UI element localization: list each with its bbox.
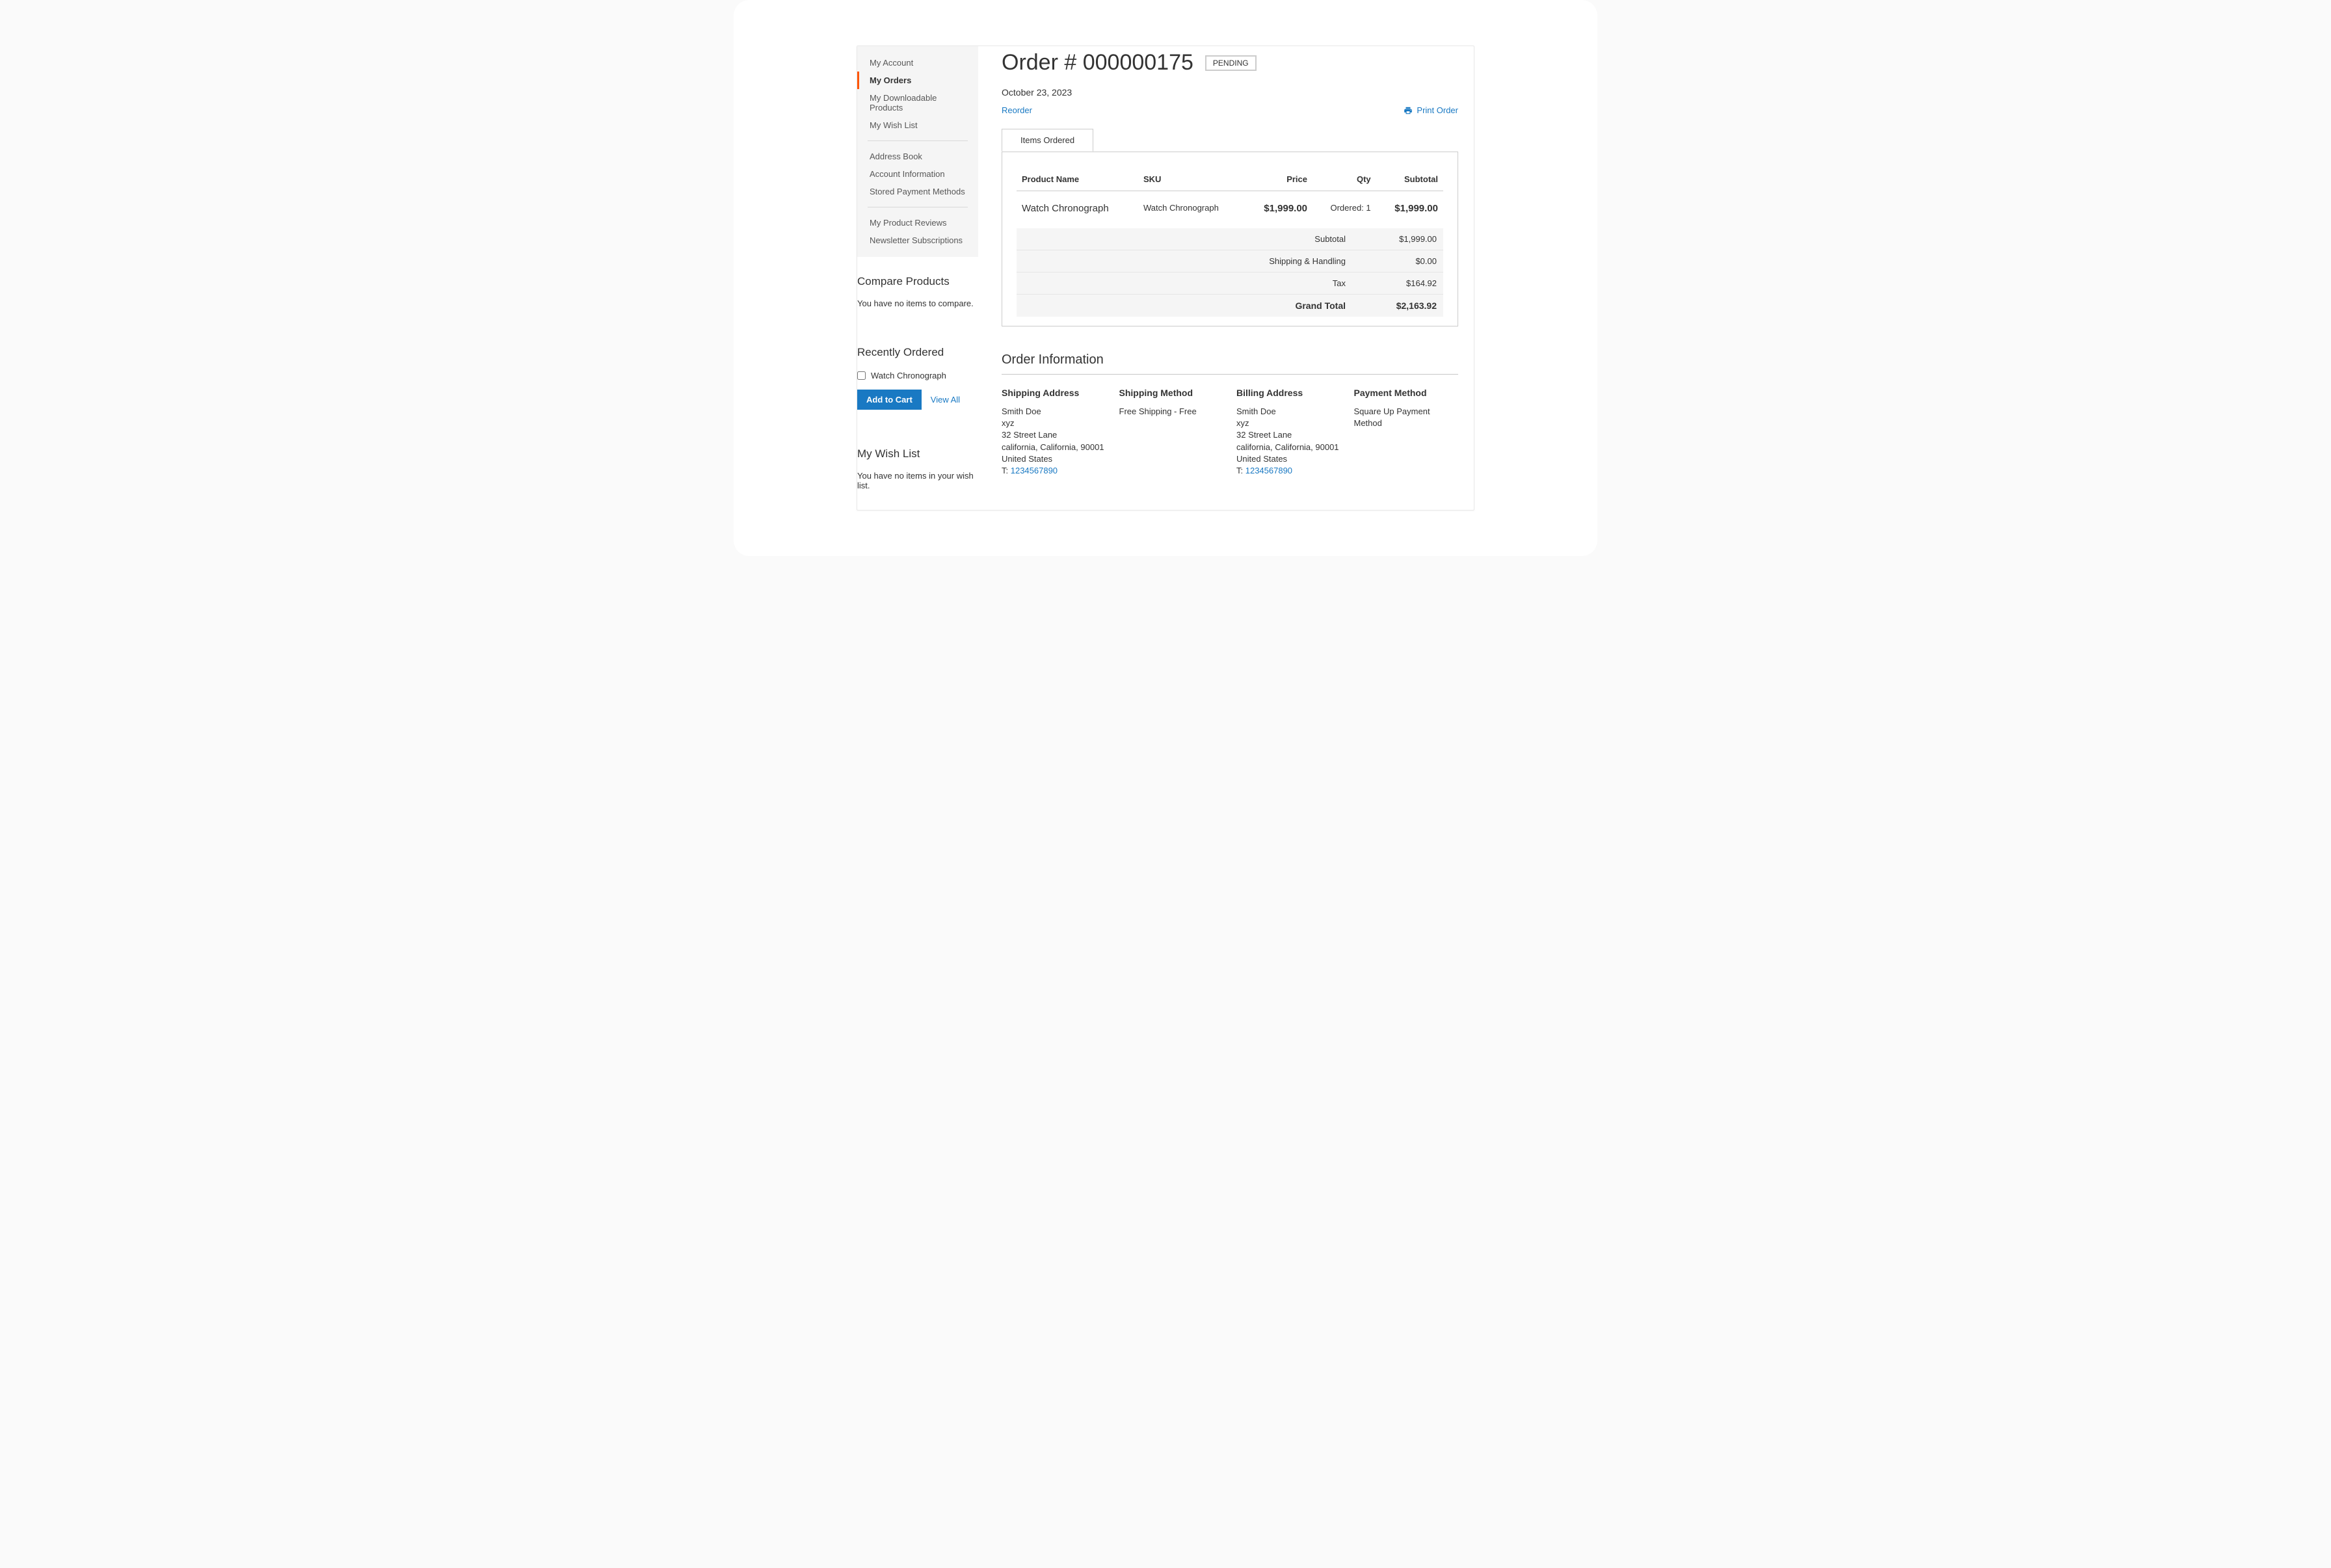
wishlist-title: My Wish List [857, 429, 978, 466]
shipping-method-value: Free Shipping - Free [1119, 406, 1224, 418]
recent-checkbox[interactable] [857, 371, 866, 380]
grand-total-label: Grand Total [1112, 300, 1372, 311]
sidebar: My Account My Orders My Downloadable Pro… [857, 46, 978, 510]
subtotal-value: $1,999.00 [1372, 234, 1437, 244]
recent-block: Recently Ordered Watch Chronograph Add t… [857, 328, 978, 429]
table-row: Watch Chronograph Watch Chronograph $1,9… [1017, 191, 1443, 222]
nav-wishlist[interactable]: My Wish List [857, 116, 978, 134]
totals: Subtotal $1,999.00 Shipping & Handling $… [1017, 228, 1443, 317]
billing-address-block: Billing Address Smith Doe xyz 32 Street … [1236, 388, 1341, 477]
tab-items-ordered[interactable]: Items Ordered [1002, 129, 1093, 152]
billing-name: Smith Doe [1236, 406, 1341, 418]
cell-name: Watch Chronograph [1017, 191, 1138, 222]
shipping-address-block: Shipping Address Smith Doe xyz 32 Street… [1002, 388, 1106, 477]
cell-sku: Watch Chronograph [1138, 191, 1245, 222]
order-info-title: Order Information [1002, 352, 1458, 375]
recent-item-label: Watch Chronograph [871, 371, 946, 380]
shipping-city: california, California, 90001 [1002, 442, 1106, 453]
print-icon [1404, 106, 1413, 115]
billing-country: United States [1236, 453, 1341, 465]
compare-title: Compare Products [857, 257, 978, 293]
billing-company: xyz [1236, 418, 1341, 429]
col-subtotal: Subtotal [1376, 168, 1443, 191]
cell-subtotal: $1,999.00 [1376, 191, 1443, 222]
billing-city: california, California, 90001 [1236, 442, 1341, 453]
grand-total-value: $2,163.92 [1372, 300, 1437, 311]
order-date: October 23, 2023 [1002, 75, 1458, 105]
shipping-company: xyz [1002, 418, 1106, 429]
order-title: Order # 000000175 [1002, 50, 1193, 75]
subtotal-label: Subtotal [1112, 234, 1372, 244]
account-nav: My Account My Orders My Downloadable Pro… [857, 46, 978, 257]
nav-payment-methods[interactable]: Stored Payment Methods [857, 183, 978, 200]
tax-value: $164.92 [1372, 278, 1437, 288]
shipping-street: 32 Street Lane [1002, 429, 1106, 441]
payment-method-title: Payment Method [1354, 388, 1459, 398]
nav-my-orders[interactable]: My Orders [857, 72, 978, 89]
col-price: Price [1245, 168, 1312, 191]
billing-street: 32 Street Lane [1236, 429, 1341, 441]
nav-separator [868, 140, 968, 141]
items-table: Product Name SKU Price Qty Subtotal Watc… [1017, 168, 1443, 222]
payment-method-block: Payment Method Square Up Payment Method [1354, 388, 1459, 477]
shipping-method-block: Shipping Method Free Shipping - Free [1119, 388, 1224, 477]
view-all-link[interactable]: View All [931, 395, 960, 405]
order-actions: Reorder Print Order [1002, 105, 1458, 128]
billing-phone-label: T: [1236, 466, 1245, 475]
recent-title: Recently Ordered [857, 328, 978, 364]
order-info-grid: Shipping Address Smith Doe xyz 32 Street… [1002, 388, 1458, 477]
print-order-link[interactable]: Print Order [1404, 105, 1458, 115]
print-order-label: Print Order [1417, 105, 1458, 115]
shipping-phone-label: T: [1002, 466, 1011, 475]
status-badge: PENDING [1205, 55, 1257, 71]
shipping-value: $0.00 [1372, 256, 1437, 266]
shipping-method-title: Shipping Method [1119, 388, 1224, 398]
nav-downloadable[interactable]: My Downloadable Products [857, 89, 978, 116]
compare-empty: You have no items to compare. [857, 293, 978, 308]
items-card: Items Ordered Product Name SKU Price Qty… [1002, 152, 1458, 326]
shipping-address-title: Shipping Address [1002, 388, 1106, 398]
shipping-name: Smith Doe [1002, 406, 1106, 418]
page-container: My Account My Orders My Downloadable Pro… [857, 46, 1474, 511]
wishlist-empty: You have no items in your wish list. [857, 466, 978, 490]
tax-label: Tax [1112, 278, 1372, 288]
nav-address-book[interactable]: Address Book [857, 148, 978, 165]
nav-product-reviews[interactable]: My Product Reviews [857, 214, 978, 232]
nav-newsletter[interactable]: Newsletter Subscriptions [857, 232, 978, 249]
shipping-phone-link[interactable]: 1234567890 [1011, 466, 1058, 475]
nav-account-info[interactable]: Account Information [857, 165, 978, 183]
wishlist-block: My Wish List You have no items in your w… [857, 429, 978, 510]
shipping-label: Shipping & Handling [1112, 256, 1372, 266]
cell-qty: Ordered: 1 [1312, 191, 1376, 222]
col-sku: SKU [1138, 168, 1245, 191]
payment-method-value: Square Up Payment Method [1354, 406, 1459, 429]
nav-my-account[interactable]: My Account [857, 54, 978, 72]
compare-block: Compare Products You have no items to co… [857, 257, 978, 328]
main-content: Order # 000000175 PENDING October 23, 20… [978, 46, 1474, 510]
add-to-cart-button[interactable]: Add to Cart [857, 390, 922, 410]
shipping-country: United States [1002, 453, 1106, 465]
billing-phone-link[interactable]: 1234567890 [1245, 466, 1292, 475]
reorder-link[interactable]: Reorder [1002, 105, 1032, 115]
billing-address-title: Billing Address [1236, 388, 1341, 398]
col-product: Product Name [1017, 168, 1138, 191]
cell-price: $1,999.00 [1245, 191, 1312, 222]
recent-item: Watch Chronograph [857, 364, 978, 390]
order-header: Order # 000000175 PENDING [1002, 46, 1458, 75]
col-qty: Qty [1312, 168, 1376, 191]
